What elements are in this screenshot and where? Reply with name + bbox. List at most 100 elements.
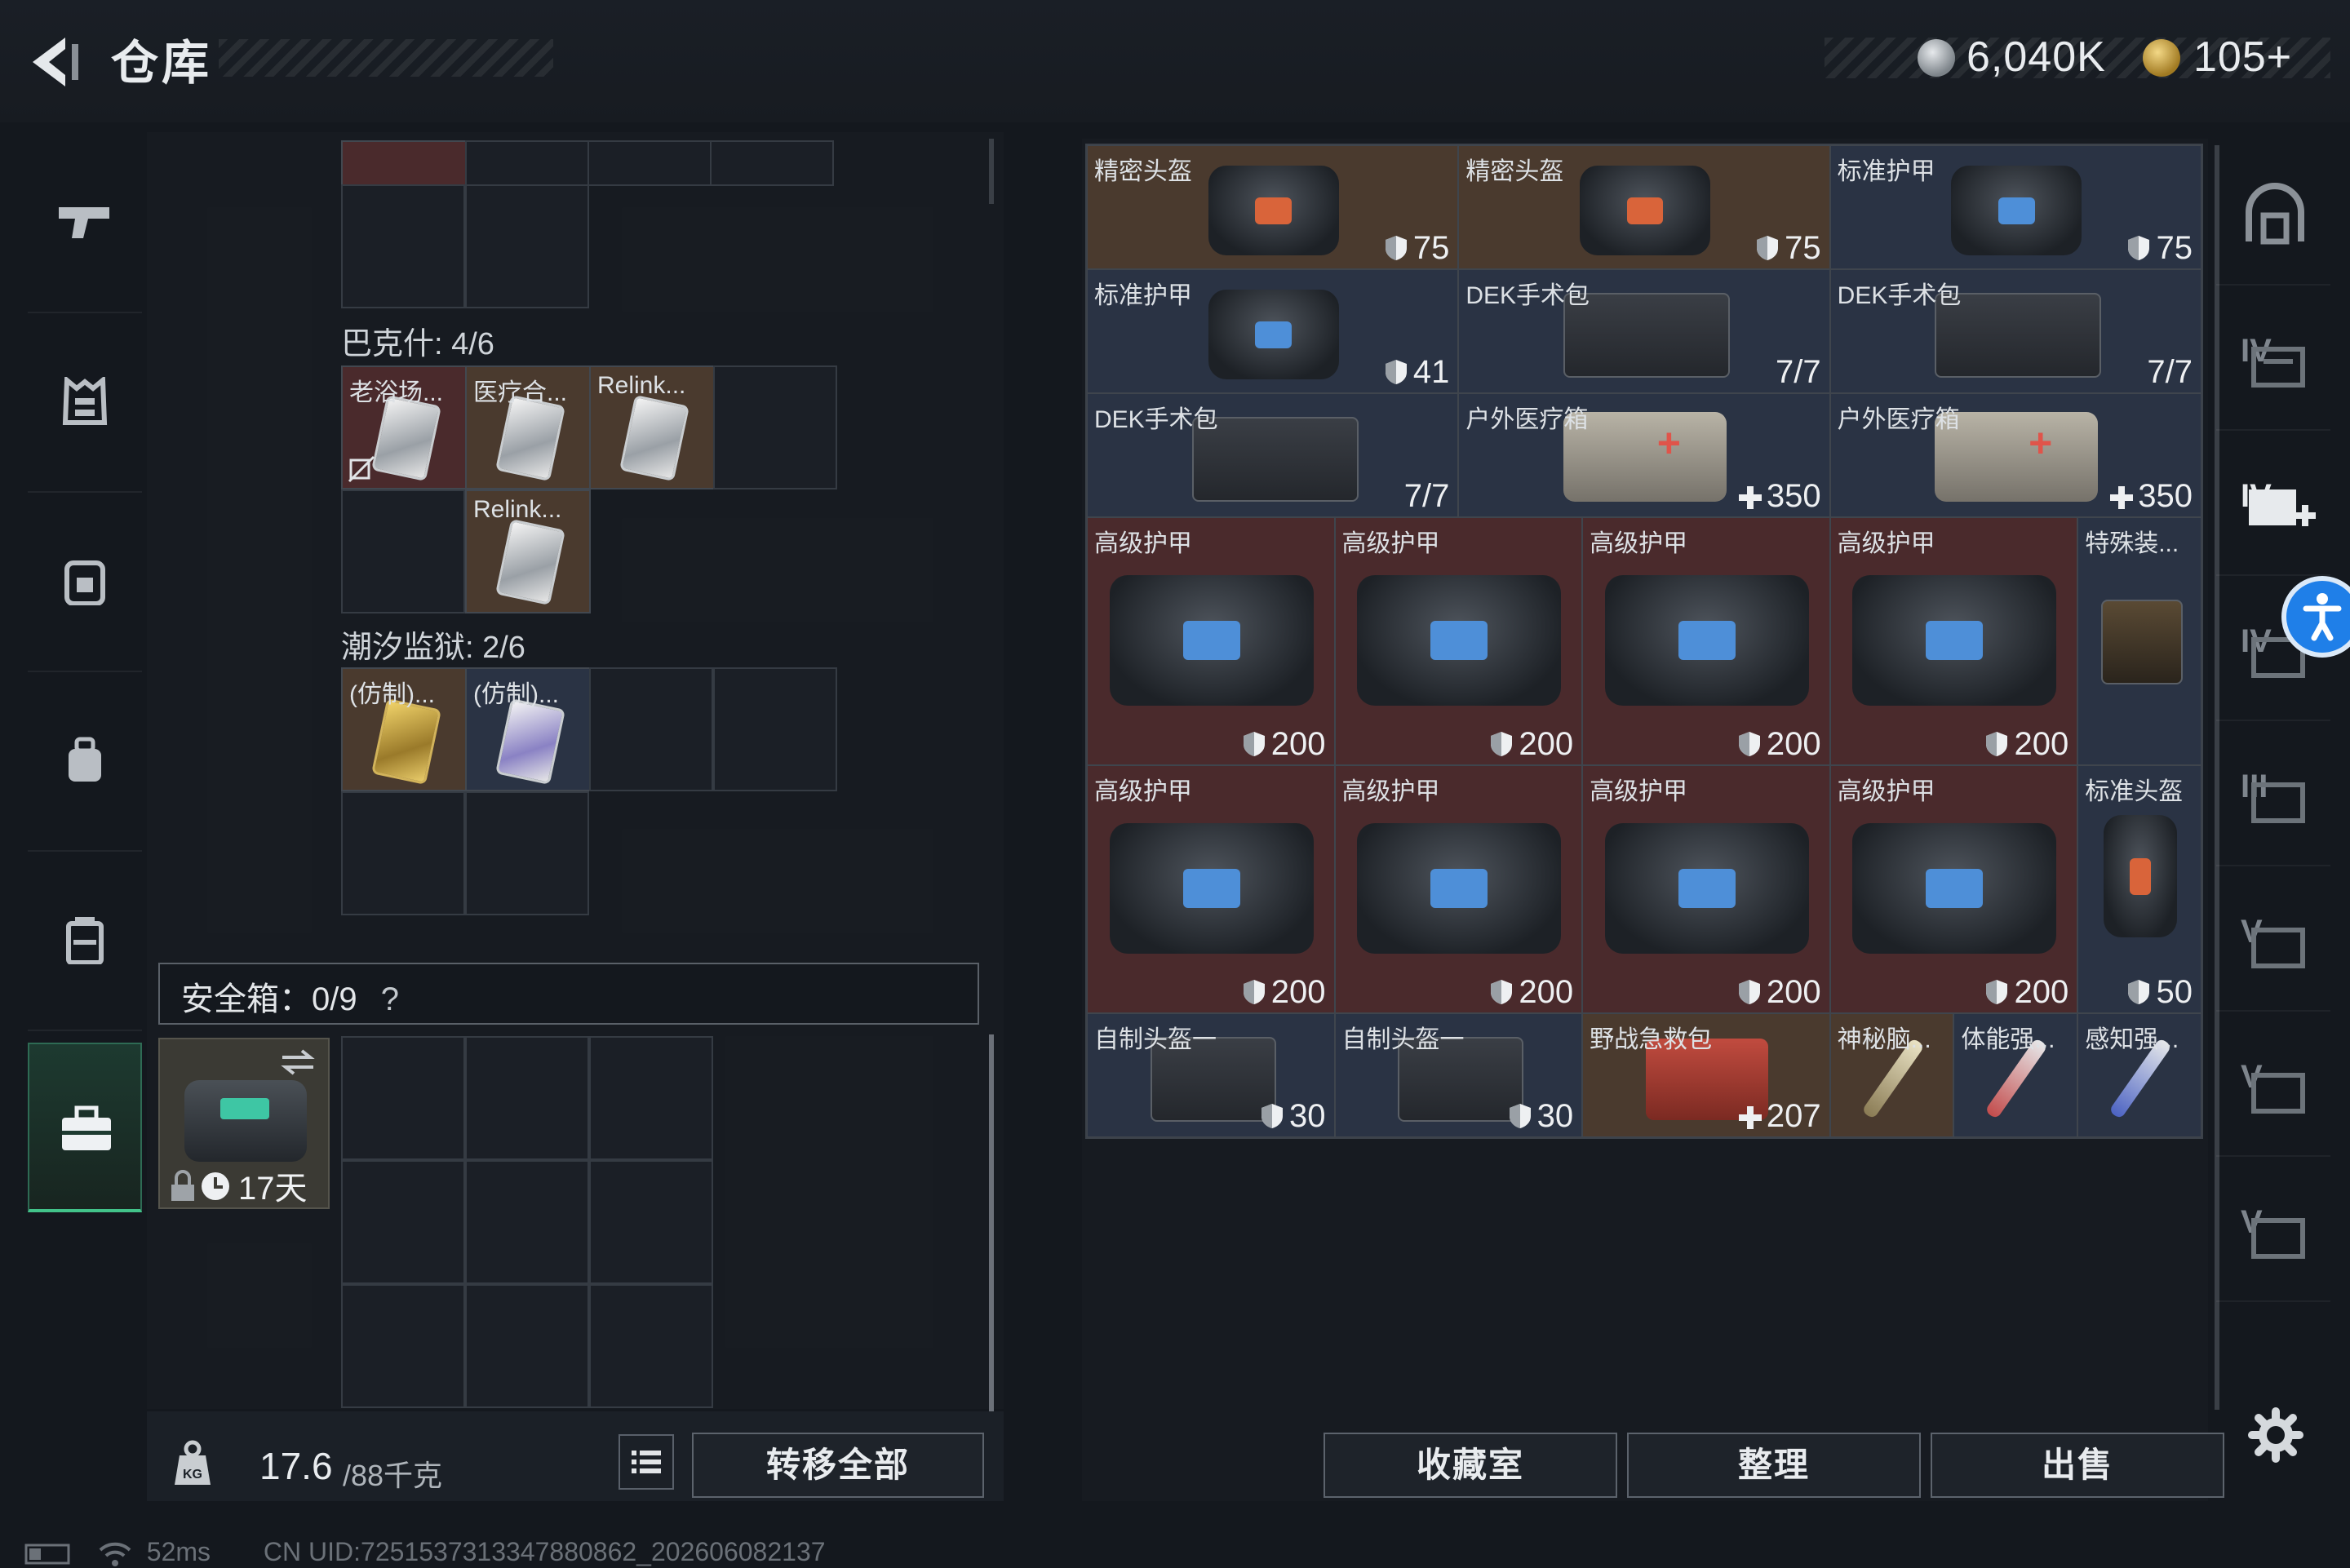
inventory-item[interactable]: 高级护甲 200 (1582, 765, 1830, 1013)
inventory-item[interactable]: DEK手术包 7/7 (1087, 393, 1459, 517)
inventory-item[interactable]: 高级护甲 200 (1334, 517, 1583, 765)
safe-grid-cell[interactable] (341, 1036, 465, 1160)
inventory-item[interactable]: 标准头盔 50 (2077, 765, 2201, 1013)
stash-scrollbar-track[interactable] (989, 139, 994, 204)
list-view-button[interactable] (619, 1434, 674, 1490)
special-gear-icon (2101, 600, 2184, 684)
storage-tab-8[interactable]: V (2216, 1155, 2330, 1302)
safe-grid-cell[interactable] (589, 1284, 713, 1408)
silver-currency-amount[interactable]: 6,040K (1966, 33, 2106, 82)
armor-vest-icon (1852, 575, 2057, 706)
inventory-item[interactable]: 户外医疗箱 350 (1829, 393, 2201, 517)
grid-cell[interactable] (465, 184, 589, 308)
stash-item-partial[interactable] (341, 140, 467, 186)
grid-cell[interactable] (588, 140, 712, 186)
stash-item-card[interactable]: (仿制)... (465, 667, 591, 791)
inventory-item-name: 高级护甲 (1837, 778, 1935, 805)
safe-grid-cell[interactable] (589, 1160, 713, 1284)
grid-cell[interactable] (465, 791, 589, 915)
transfer-all-button[interactable]: 转移全部 (692, 1433, 984, 1498)
inventory-item[interactable]: DEK手术包 7/7 (1829, 269, 2201, 393)
ping-text: 52ms (146, 1537, 211, 1566)
grid-cell[interactable] (465, 140, 589, 186)
safe-grid-cell[interactable] (465, 1160, 589, 1284)
inventory-item-value: 41 (1384, 354, 1449, 391)
vest-icon (1951, 166, 2082, 255)
grid-cell[interactable] (341, 791, 465, 915)
accessibility-button[interactable] (2281, 576, 2350, 658)
armor-shield-icon (1385, 236, 1407, 260)
inventory-item[interactable]: 体能强... (1953, 1013, 2078, 1137)
grid-cell[interactable] (710, 140, 834, 186)
inventory-item[interactable]: 高级护甲 200 (1087, 517, 1335, 765)
sell-button[interactable]: 出售 (1931, 1433, 2224, 1498)
rail-item-vest[interactable] (28, 312, 142, 493)
stash-item-card[interactable]: (仿制)... (341, 667, 467, 791)
rail-item-safe-case[interactable] (28, 1043, 142, 1212)
rail-item-bag[interactable] (28, 671, 142, 852)
inventory-item[interactable]: 特殊装... (2077, 517, 2201, 765)
svg-text:KG: KG (183, 1468, 202, 1482)
back-button[interactable] (24, 29, 90, 95)
storage-tab-1[interactable] (2216, 139, 2330, 286)
grid-cell[interactable] (589, 667, 713, 791)
storage-tab-add[interactable]: IV (2216, 429, 2330, 576)
inventory-item[interactable]: 高级护甲 200 (1829, 517, 2078, 765)
stash-item-card[interactable]: 老浴场... (341, 365, 467, 489)
rail-item-backpack[interactable] (28, 491, 142, 672)
sort-button[interactable]: 整理 (1627, 1433, 1921, 1498)
grid-cell[interactable] (341, 489, 465, 613)
stash-item-card[interactable]: Relink... (589, 365, 715, 489)
stash-scrollbar-thumb[interactable] (989, 1034, 994, 1423)
inventory-item[interactable]: 精密头盔 75 (1458, 145, 1830, 269)
wifi-icon (99, 1542, 131, 1566)
inventory-item[interactable]: 高级护甲 200 (1334, 765, 1583, 1013)
clock-icon (202, 1172, 229, 1200)
safe-grid-cell[interactable] (465, 1284, 589, 1408)
stash-item-card[interactable]: 医疗合... (465, 365, 591, 489)
inventory-item[interactable]: 精密头盔 75 (1087, 145, 1459, 269)
inventory-item[interactable]: 标准护甲 41 (1087, 269, 1459, 393)
inventory-item[interactable]: 神秘脑... (1829, 1013, 1954, 1137)
inventory-item[interactable]: DEK手术包 7/7 (1458, 269, 1830, 393)
inventory-item[interactable]: 自制头盔一 30 (1087, 1013, 1335, 1137)
inventory-item[interactable]: 自制头盔一 30 (1334, 1013, 1583, 1137)
grid-cell[interactable] (341, 184, 465, 308)
collection-room-button[interactable]: 收藏室 (1324, 1433, 1617, 1498)
safe-grid-cell[interactable] (341, 1160, 465, 1284)
inventory-item[interactable]: 户外医疗箱 350 (1458, 393, 1830, 517)
inventory-item[interactable]: 高级护甲 200 (1087, 765, 1335, 1013)
inventory-item[interactable]: 标准护甲 75 (1829, 145, 2201, 269)
inventory-item-value: 200 (1242, 726, 1326, 763)
help-icon[interactable]: ? (381, 981, 399, 1017)
inventory-item-name: 标准护甲 (1837, 158, 1935, 185)
settings-gear-icon[interactable] (2247, 1406, 2304, 1464)
storage-tab-7[interactable]: V (2216, 1010, 2330, 1157)
section-label-bakhsh: 巴克什: 4/6 (341, 327, 494, 361)
storage-tab-6[interactable]: V (2216, 865, 2330, 1012)
inventory-item[interactable]: 感知强... (2077, 1013, 2201, 1137)
safe-case-days: 17天 (238, 1171, 308, 1207)
swap-icon[interactable] (277, 1046, 318, 1079)
inventory-item[interactable]: 高级护甲 200 (1582, 517, 1830, 765)
rail-item-container[interactable] (28, 850, 142, 1031)
armor-shield-icon (1757, 236, 1779, 260)
grid-cell[interactable] (713, 365, 837, 489)
armor-shield-icon (1243, 980, 1265, 1004)
inventory-item-name: 高级护甲 (1094, 778, 1192, 805)
stash-item-card[interactable]: Relink... (465, 489, 591, 613)
grid-cell[interactable] (713, 667, 837, 791)
safe-grid-cell[interactable] (465, 1036, 589, 1160)
gold-currency-amount[interactable]: 105+ (2193, 33, 2292, 82)
inventory-item-value: 75 (1384, 230, 1449, 267)
safe-grid-cell[interactable] (341, 1284, 465, 1408)
armor-shield-icon (2128, 236, 2150, 260)
storage-tab-5[interactable]: III (2216, 720, 2330, 866)
safe-grid-cell[interactable] (589, 1036, 713, 1160)
rail-item-weapon[interactable] (28, 132, 142, 313)
section-label-tidal-prison: 潮汐监狱: 2/6 (341, 631, 525, 665)
inventory-item[interactable]: 野战急救包 207 (1582, 1013, 1830, 1137)
inventory-item-value: 200 (1737, 974, 1821, 1011)
storage-tab-2[interactable]: IV (2216, 284, 2330, 431)
inventory-item[interactable]: 高级护甲 200 (1829, 765, 2078, 1013)
